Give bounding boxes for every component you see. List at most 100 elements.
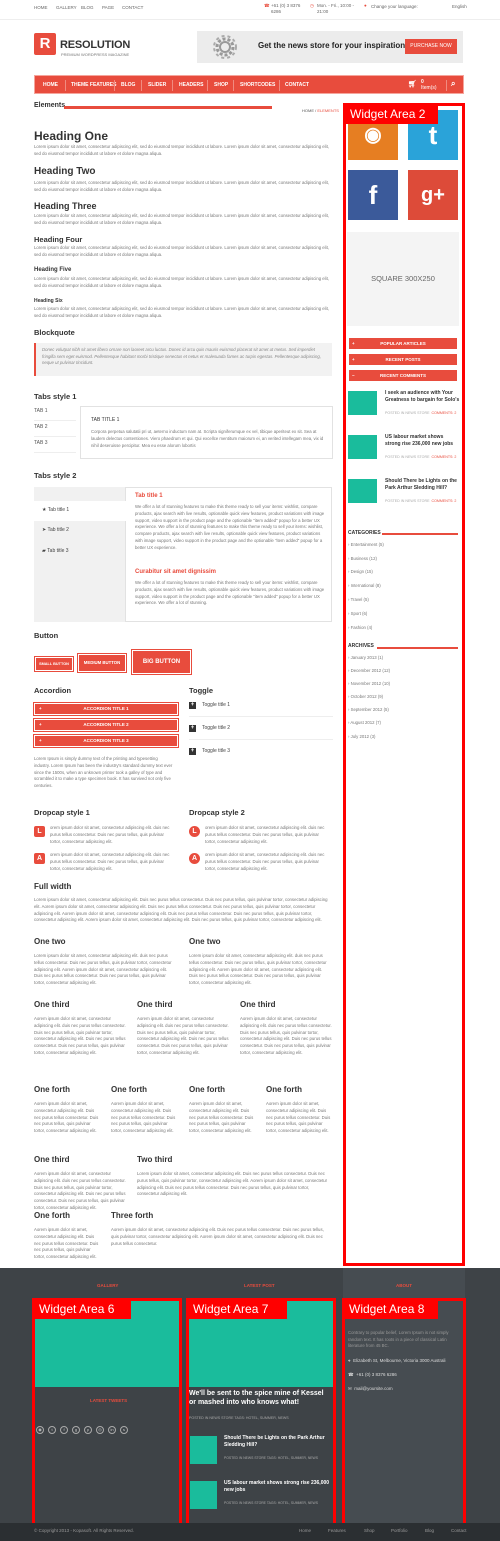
one-forth-title-4: One forth xyxy=(266,1085,302,1094)
toggle-item-1[interactable]: + Toggle title 1 xyxy=(189,702,230,709)
footer-gallery-title: GALLERY xyxy=(97,1283,119,1288)
tabs1-title: Tabs style 1 xyxy=(34,392,77,401)
plus-icon: + xyxy=(39,722,42,727)
blockquote: Donec volutpat nibh sit amet libero orna… xyxy=(34,343,332,376)
plus-icon: + xyxy=(39,706,42,711)
language-select[interactable]: English xyxy=(452,4,467,9)
footer-link-features[interactable]: Features xyxy=(328,1528,346,1533)
tabs2-nav: ★ Tab title 1 ➤ Tab title 2 ▰ Tab title … xyxy=(34,487,127,622)
breadcrumb-home[interactable]: HOME xyxy=(302,108,314,113)
send-icon: ➤ xyxy=(42,527,47,533)
widget-area-7-label: Widget Area 7 xyxy=(187,1299,287,1319)
star-icon: ★ xyxy=(42,507,47,513)
logo-subtitle: PREMIUM WORDPRESS MAGAZINE xyxy=(61,52,130,57)
chat-icon: ▰ xyxy=(42,548,46,554)
footer-link-portfolio[interactable]: Portfolio xyxy=(391,1528,408,1533)
nav-item-home[interactable]: HOME xyxy=(43,82,58,88)
top-link-blog[interactable]: BLOG xyxy=(81,5,94,10)
footer-link-shop[interactable]: Shop xyxy=(364,1528,375,1533)
nav-item-contact[interactable]: CONTACT xyxy=(285,82,309,88)
big-button[interactable]: BIG BUTTON xyxy=(131,649,192,675)
full-width-text: Lorem ipsum dolor sit amet, consectetur … xyxy=(34,897,328,923)
tabs2-title: Tabs style 2 xyxy=(34,471,77,480)
breadcrumb: HOME / ELEMENTS xyxy=(302,108,339,113)
nav-item-blog[interactable]: BLOG xyxy=(121,82,135,88)
tabs1-tab-2[interactable]: TAB 2 xyxy=(34,421,76,437)
heading-five-text: Lorem ipsum dolor sit amet, consectetur … xyxy=(34,276,329,288)
one-third-title-2: One third xyxy=(137,1000,173,1009)
phone-icon: ☎ xyxy=(264,3,270,8)
page-title: Elements xyxy=(34,102,66,109)
toggle-item-2[interactable]: + Toggle title 2 xyxy=(189,725,230,732)
dropcap-circle-l: L xyxy=(189,826,200,837)
heading-one: Heading One xyxy=(34,129,109,143)
nav-item-headers[interactable]: HEADERS xyxy=(179,82,203,88)
nav-item-slider[interactable]: SLIDER xyxy=(148,82,166,88)
top-link-gallery[interactable]: GALLERY xyxy=(56,5,77,10)
nav-item-shop[interactable]: SHOP xyxy=(214,82,228,88)
heading-four: Heading Four xyxy=(34,235,83,244)
widget-area-6-frame xyxy=(32,1298,182,1526)
nav-item-theme-features[interactable]: THEME FEATURES xyxy=(71,82,116,88)
heading-four-text: Lorem ipsum dolor sit amet, consectetur … xyxy=(34,245,329,257)
plus-icon: + xyxy=(189,725,196,732)
heading-six-text: Lorem ipsum dolor sit amet, consectetur … xyxy=(34,306,329,318)
language-label: Change your language: xyxy=(371,4,418,9)
top-link-home[interactable]: HOME xyxy=(34,5,48,10)
tabs1-content: Corpora perpetua salutatii pri ut, aeter… xyxy=(91,429,324,448)
breadcrumb-current: ELEMENTS xyxy=(317,108,339,113)
accordion-title: Accordion xyxy=(34,686,72,695)
tabs1-tab-1[interactable]: TAB 1 xyxy=(34,405,76,421)
one-forth-title-3: One forth xyxy=(189,1085,225,1094)
top-phone: +61 (0) 3 8376 6286 xyxy=(271,3,301,14)
small-button[interactable]: SMALL BUTTON xyxy=(34,656,74,672)
footer-link-home[interactable]: Home xyxy=(299,1528,311,1533)
cart-icon[interactable]: 🛒︎ xyxy=(408,80,417,88)
one-third-title-4: One third xyxy=(34,1155,70,1164)
dropcap1-text-1: orem ipsum dolor sit amet, consectetur a… xyxy=(50,825,170,844)
heading-one-text: Lorem ipsum dolor sit amet, consectetur … xyxy=(34,144,329,156)
tabs2-content-2: We offer a lot of stunning features to m… xyxy=(135,580,325,606)
clock-icon: ◷ xyxy=(310,3,314,8)
dropcap-square-l: L xyxy=(34,826,45,837)
footer-latest-post-title: LATEST POST xyxy=(244,1283,275,1288)
nav-item-shortcodes[interactable]: SHORTCODES xyxy=(240,82,275,88)
top-link-contact[interactable]: CONTACT xyxy=(122,5,143,10)
medium-button[interactable]: MEDIUM BUTTON xyxy=(77,653,127,673)
heading-three-text: Lorem ipsum dolor sit amet, consectetur … xyxy=(34,213,329,225)
heading-three: Heading Three xyxy=(34,201,97,211)
widget-area-8-frame xyxy=(342,1298,466,1526)
one-forth-text-3: Aorem ipsum dolor sit amet, consectetur … xyxy=(189,1101,254,1134)
one-two-title-2: One two xyxy=(189,937,221,946)
purchase-now-button[interactable]: PURCHASE NOW xyxy=(405,39,457,54)
main-nav: HOME THEME FEATURES BLOG SLIDER HEADERS … xyxy=(34,75,464,94)
tabs2-tab-2[interactable]: ➤ Tab title 2 xyxy=(42,527,69,533)
two-third-text: Lorem ipsum dolor sit amet, consectetur … xyxy=(137,1171,328,1197)
footer-link-contact[interactable]: Contact xyxy=(451,1528,467,1533)
one-two-title-1: One two xyxy=(34,937,66,946)
logo-title[interactable]: RESOLUTION xyxy=(60,39,130,51)
tabs2-content: We offer a lot of stunning features to m… xyxy=(135,504,325,550)
widget-area-2-frame xyxy=(343,103,465,1266)
top-link-page[interactable]: PAGE xyxy=(102,5,114,10)
tabs1-tab-3[interactable]: TAB 3 xyxy=(34,437,76,453)
tabs2-tab-1[interactable]: ★ Tab title 1 xyxy=(42,507,69,513)
search-icon[interactable]: ⌕ xyxy=(451,79,455,89)
plus-icon: + xyxy=(189,702,196,709)
logo-mark[interactable]: R xyxy=(34,33,56,55)
footer-link-blog[interactable]: Blog xyxy=(425,1528,434,1533)
tabs2-content-title-2: Curabitur sit amet dignissim xyxy=(135,569,217,575)
tabs1-content-title: TAB TITLE 1 xyxy=(91,417,120,423)
toggle-item-3[interactable]: + Toggle title 3 xyxy=(189,748,230,755)
widget-area-6-label: Widget Area 6 xyxy=(33,1299,131,1319)
accordion-item-3[interactable]: + ACCORDION TITLE 3 xyxy=(33,734,179,748)
one-forth-text-4: Aorem ipsum dolor sit amet, consectetur … xyxy=(266,1101,331,1134)
one-third-title-3: One third xyxy=(240,1000,276,1009)
heading-five: Heading Five xyxy=(34,267,72,273)
buttons-title: Button xyxy=(34,631,59,640)
accordion-item-1[interactable]: + ACCORDION TITLE 1 xyxy=(33,702,179,716)
plus-icon: + xyxy=(39,738,42,743)
accordion-item-2[interactable]: + ACCORDION TITLE 2 xyxy=(33,718,179,732)
tabs2-tab-3[interactable]: ▰ Tab title 3 xyxy=(42,548,69,554)
title-divider xyxy=(64,106,272,109)
